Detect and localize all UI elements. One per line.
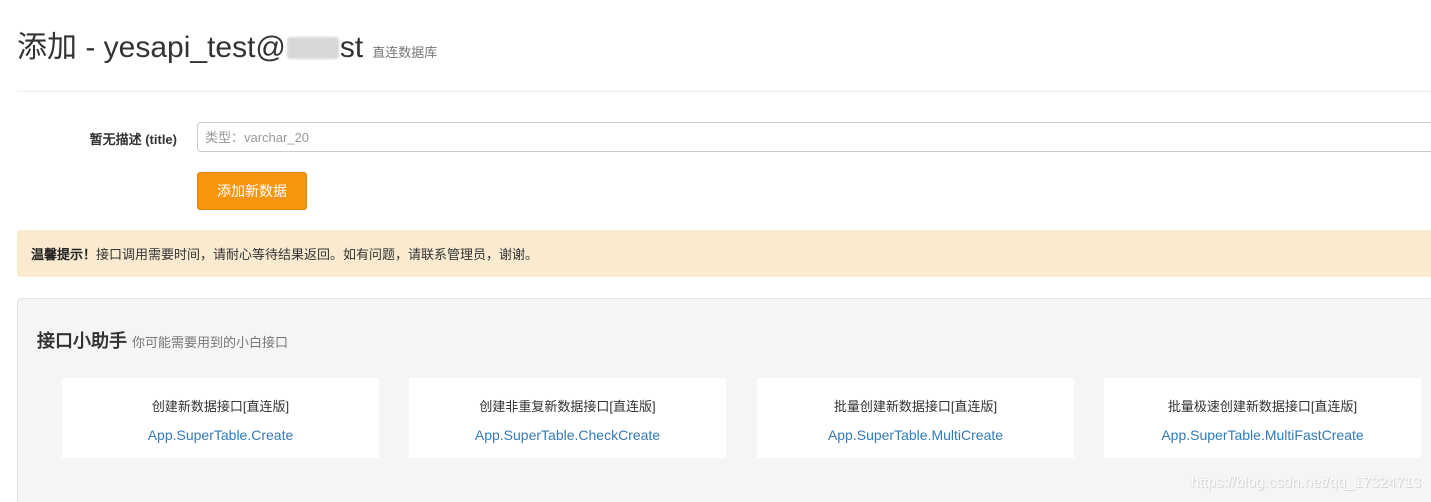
tip-alert: 温馨提示！ 接口调用需要时间，请耐心等待结果返回。如有问题，请联系管理员，谢谢。 [17,230,1431,277]
api-card-name: 批量极速创建新数据接口[直连版] [1167,399,1358,414]
api-card-name: 创建非重复新数据接口[直连版] [479,399,656,414]
api-card-link[interactable]: App.SuperTable.Create [62,427,379,443]
helper-heading: 接口小助手 你可能需要用到的小白接口 [37,327,288,353]
api-card: 创建新数据接口[直连版] App.SuperTable.Create [62,378,379,458]
page: 添加 - yesapi_test@ st 直连数据库 暂无描述 (title) 添… [0,0,1431,502]
api-card: 批量创建新数据接口[直连版] App.SuperTable.MultiCreat… [757,378,1074,458]
api-helper-panel: 接口小助手 你可能需要用到的小白接口 创建新数据接口[直连版] App.Supe… [17,298,1431,502]
api-card: 创建非重复新数据接口[直连版] App.SuperTable.CheckCrea… [409,378,726,458]
api-card: 批量极速创建新数据接口[直连版] App.SuperTable.MultiFas… [1104,378,1421,458]
api-card-name: 创建新数据接口[直连版] [151,399,290,414]
helper-subtitle: 你可能需要用到的小白接口 [132,335,289,350]
api-card-name: 批量创建新数据接口[直连版] [833,399,998,414]
redacted-mask [286,37,339,59]
page-title: 添加 - yesapi_test@ st [17,28,363,68]
title-field-label: 暂无描述 (title) [89,132,177,147]
watermark: https://blog.csdn.net/qq_17324713 [1190,474,1421,491]
header-divider [17,91,1431,92]
helper-title: 接口小助手 [37,331,127,351]
alert-message: 接口调用需要时间，请耐心等待结果返回。如有问题，请联系管理员，谢谢。 [96,247,539,262]
api-card-link[interactable]: App.SuperTable.CheckCreate [409,427,726,443]
add-new-data-button[interactable]: 添加新数据 [197,172,307,210]
page-title-suffix: st [339,31,364,64]
page-title-prefix: 添加 - yesapi_test@ [17,31,286,64]
title-input[interactable] [197,122,1431,152]
page-header: 添加 - yesapi_test@ st 直连数据库 [17,28,437,68]
api-card-link[interactable]: App.SuperTable.MultiCreate [757,427,1074,443]
page-subtitle: 直连数据库 [372,45,438,60]
api-card-link[interactable]: App.SuperTable.MultiFastCreate [1104,427,1421,443]
alert-strong-text: 温馨提示！ [31,247,97,262]
